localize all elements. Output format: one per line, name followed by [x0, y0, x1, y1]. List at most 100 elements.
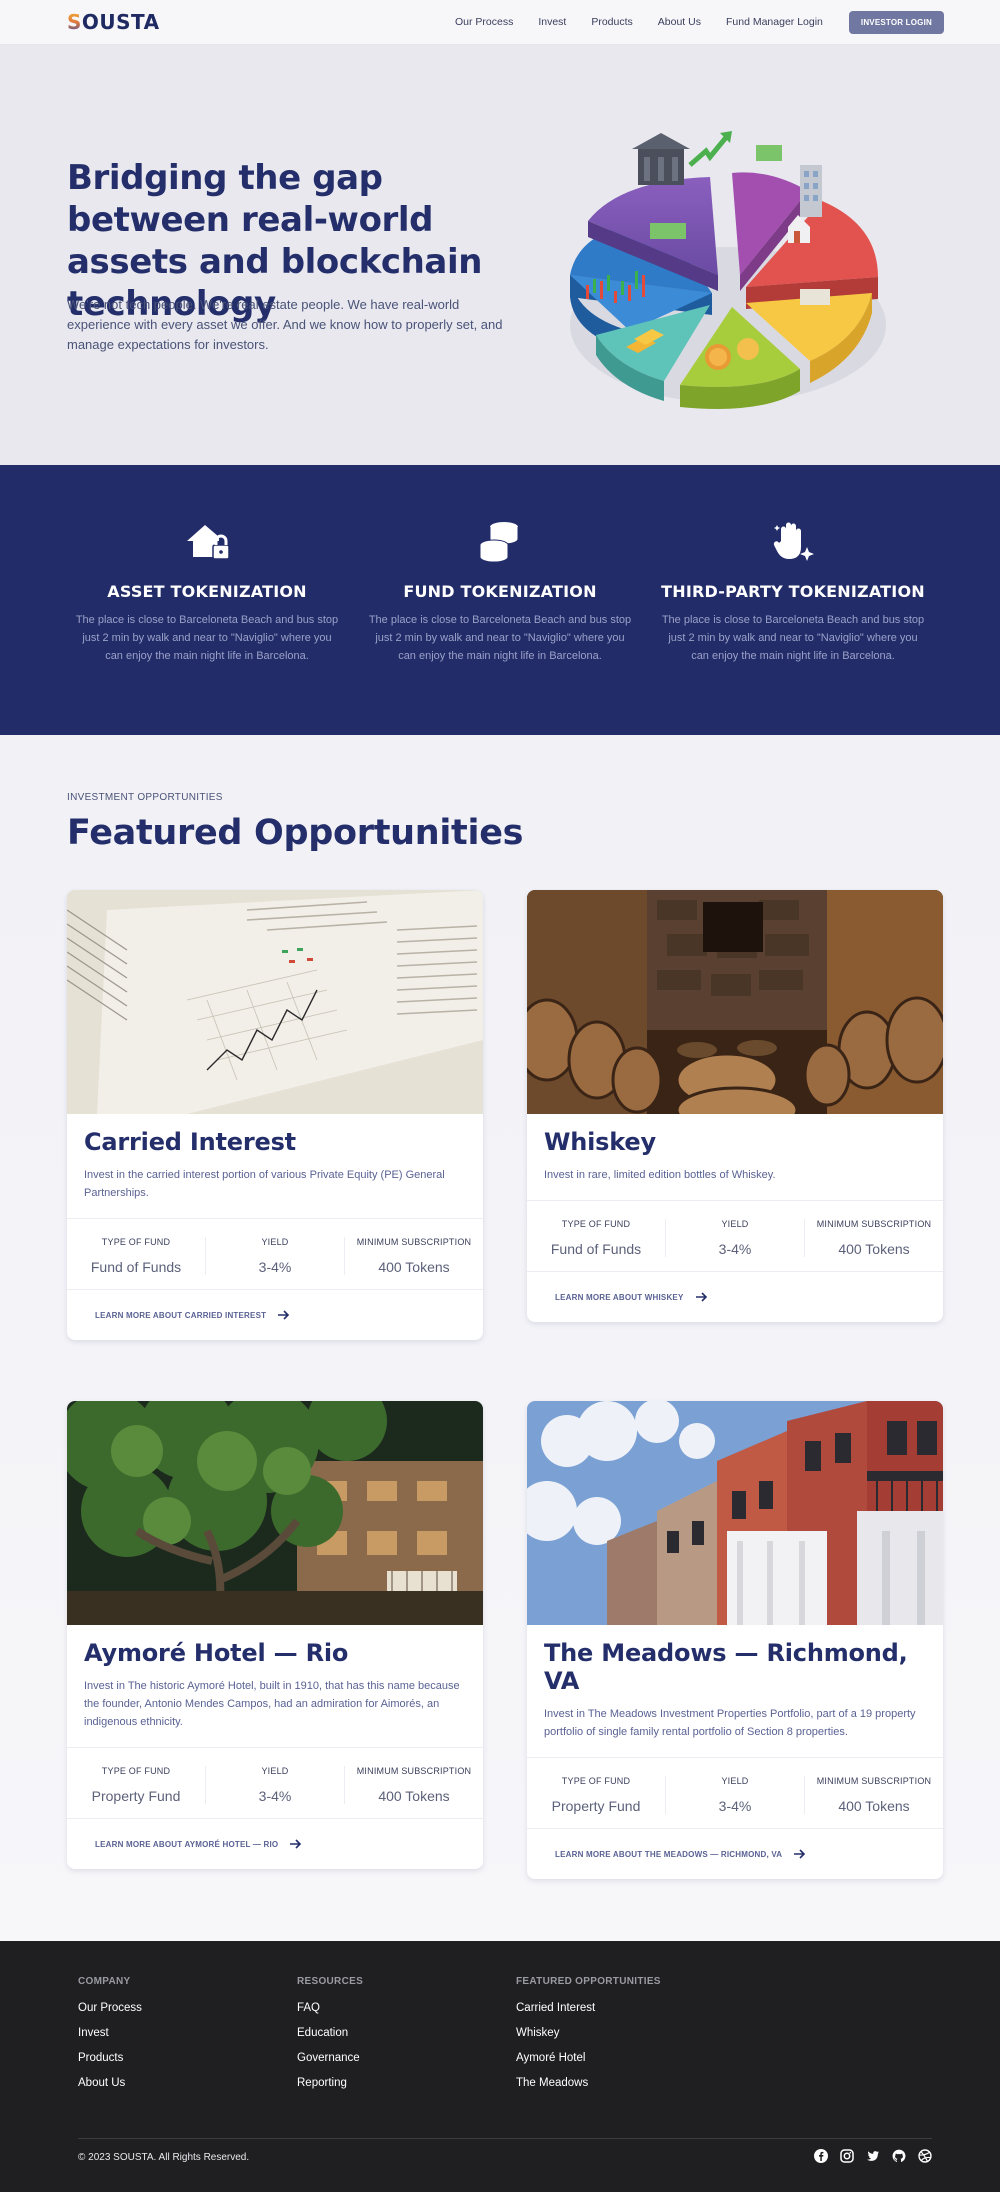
footer-link-the-meadows[interactable]: The Meadows — [516, 2077, 661, 2089]
footer-divider — [78, 2138, 932, 2139]
townhouses-photo — [527, 1401, 943, 1625]
stat-yield: YIELD 3-4% — [205, 1237, 344, 1275]
dribbble-icon[interactable] — [918, 2149, 932, 2163]
card-stats: TYPE OF FUND Fund of Funds YIELD 3-4% MI… — [67, 1218, 483, 1290]
stat-yield: YIELD 3-4% — [665, 1776, 804, 1814]
opportunity-card-aymore-hotel[interactable]: Aymoré Hotel — Rio Invest in The histori… — [67, 1401, 483, 1869]
stat-value: 3-4% — [258, 1259, 292, 1275]
footer-link-education[interactable]: Education — [297, 2027, 363, 2039]
section-eyebrow: INVESTMENT OPPORTUNITIES — [67, 792, 223, 803]
service-title: THIRD-PARTY TOKENIZATION — [661, 582, 925, 601]
social-links — [802, 2149, 932, 2163]
arrow-right-icon — [290, 1839, 302, 1849]
stat-value: 400 Tokens — [838, 1798, 910, 1814]
footer-heading: COMPANY — [78, 1976, 131, 1987]
footer-link-carried-interest[interactable]: Carried Interest — [516, 2002, 661, 2014]
stat-value: Property Fund — [91, 1788, 181, 1804]
footer-link-our-process[interactable]: Our Process — [78, 2002, 142, 2014]
card-stats: TYPE OF FUND Fund of Funds YIELD 3-4% MI… — [527, 1200, 943, 1272]
stat-label: TYPE OF FUND — [561, 1219, 631, 1229]
hero-section: Bridging the gap between real-world asse… — [0, 45, 1000, 465]
stat-fund-type: TYPE OF FUND Fund of Funds — [527, 1219, 665, 1257]
footer-link-invest[interactable]: Invest — [78, 2027, 142, 2039]
stat-fund-type: TYPE OF FUND Property Fund — [527, 1776, 665, 1814]
footer-link-faq[interactable]: FAQ — [297, 2002, 363, 2014]
stat-label: MINIMUM SUBSCRIPTION — [356, 1237, 472, 1247]
footer-link-about-us[interactable]: About Us — [78, 2077, 142, 2089]
footer-resources-column: RESOURCES FAQ Education Governance Repor… — [297, 1976, 363, 2102]
learn-more-label: LEARN MORE ABOUT CARRIED INTEREST — [95, 1310, 267, 1320]
hero-subtitle: We're not tech people. We're real estate… — [67, 297, 503, 352]
twitter-icon[interactable] — [866, 2149, 880, 2163]
card-title: Aymoré Hotel — Rio — [84, 1639, 349, 1667]
hand-sparkle-icon — [773, 522, 814, 561]
github-icon[interactable] — [892, 2149, 906, 2163]
opportunity-card-carried-interest[interactable]: Carried Interest Invest in the carried i… — [67, 890, 483, 1340]
nav-our-process[interactable]: Our Process — [455, 16, 513, 28]
nav-invest[interactable]: Invest — [538, 16, 566, 28]
nav-about-us[interactable]: About Us — [658, 16, 701, 28]
stat-value: 3-4% — [718, 1798, 752, 1814]
tokenized-assets-pie-illustration — [570, 131, 886, 409]
service-third-party-tokenization: THIRD-PARTY TOKENIZATION The place is cl… — [653, 465, 933, 735]
stat-value: 400 Tokens — [838, 1241, 910, 1257]
footer-link-reporting[interactable]: Reporting — [297, 2077, 363, 2089]
footer-heading: FEATURED OPPORTUNITIES — [516, 1976, 661, 1987]
copyright: © 2023 SOUSTA. All Rights Reserved. — [78, 2152, 250, 2163]
footer-link-aymore-hotel[interactable]: Aymoré Hotel — [516, 2052, 661, 2064]
section-title: Featured Opportunities — [67, 813, 524, 853]
stat-value: 3-4% — [718, 1241, 752, 1257]
service-description: The place is close to Barceloneta Beach … — [368, 614, 632, 662]
card-description: Invest in The Meadows Investment Propert… — [544, 1708, 916, 1738]
arrow-right-icon — [695, 1292, 707, 1302]
card-body: Aymoré Hotel — Rio Invest in The histori… — [67, 1625, 483, 1731]
stat-yield: YIELD 3-4% — [665, 1219, 804, 1257]
footer-link-products[interactable]: Products — [78, 2052, 142, 2064]
investor-login-button[interactable]: INVESTOR LOGIN — [848, 10, 944, 34]
footer-featured-column: FEATURED OPPORTUNITIES Carried Interest … — [516, 1976, 661, 2102]
stat-yield: YIELD 3-4% — [205, 1766, 344, 1804]
hotel-trees-photo — [67, 1401, 483, 1625]
featured-opportunities-section: INVESTMENT OPPORTUNITIES Featured Opport… — [0, 735, 1000, 1941]
card-body: Whiskey Invest in rare, limited edition … — [527, 1114, 943, 1184]
stat-min-subscription: MINIMUM SUBSCRIPTION 400 Tokens — [344, 1766, 483, 1804]
sousta-logo[interactable]: S OUSTA — [67, 10, 160, 34]
footer-link-governance[interactable]: Governance — [297, 2052, 363, 2064]
stat-min-subscription: MINIMUM SUBSCRIPTION 400 Tokens — [344, 1237, 483, 1275]
service-title: ASSET TOKENIZATION — [107, 582, 307, 601]
footer-heading: RESOURCES — [297, 1976, 364, 1987]
learn-more-label: LEARN MORE ABOUT THE MEADOWS — RICHMOND,… — [555, 1849, 783, 1859]
logo-wordmark: OUSTA — [81, 10, 160, 34]
stat-value: Property Fund — [551, 1798, 641, 1814]
footer-link-whiskey[interactable]: Whiskey — [516, 2027, 661, 2039]
learn-more-link[interactable]: LEARN MORE ABOUT CARRIED INTEREST — [67, 1290, 483, 1340]
stat-fund-type: TYPE OF FUND Property Fund — [67, 1766, 205, 1804]
nav-links: Our Process Invest Products About Us Fun… — [430, 10, 944, 34]
learn-more-link[interactable]: LEARN MORE ABOUT THE MEADOWS — RICHMOND,… — [527, 1829, 943, 1879]
card-body: The Meadows — Richmond, VA Invest in The… — [527, 1625, 943, 1741]
stat-min-subscription: MINIMUM SUBSCRIPTION 400 Tokens — [804, 1219, 943, 1257]
stat-value: 400 Tokens — [378, 1788, 450, 1804]
card-stats: TYPE OF FUND Property Fund YIELD 3-4% MI… — [67, 1747, 483, 1819]
facebook-icon[interactable] — [814, 2149, 828, 2163]
opportunity-card-whiskey[interactable]: Whiskey Invest in rare, limited edition … — [527, 890, 943, 1322]
instagram-icon[interactable] — [840, 2149, 854, 2163]
nav-fund-manager-login[interactable]: Fund Manager Login — [726, 16, 823, 28]
learn-more-link[interactable]: LEARN MORE ABOUT AYMORÉ HOTEL — RIO — [67, 1819, 483, 1869]
opportunity-card-the-meadows[interactable]: The Meadows — Richmond, VA Invest in The… — [527, 1401, 943, 1879]
stat-label: YIELD — [721, 1219, 749, 1229]
arrow-right-icon — [794, 1849, 806, 1859]
card-title: Carried Interest — [84, 1128, 296, 1156]
stat-label: TYPE OF FUND — [101, 1766, 171, 1776]
stat-label: YIELD — [721, 1776, 749, 1786]
financial-chart-photo — [67, 890, 483, 1114]
house-lock-icon — [187, 525, 230, 560]
stat-label: YIELD — [261, 1766, 289, 1776]
top-nav: S OUSTA Our Process Invest Products About… — [0, 0, 1000, 45]
nav-products[interactable]: Products — [591, 16, 632, 28]
logo-mark: S — [67, 10, 82, 34]
footer-company-column: COMPANY Our Process Invest Products Abou… — [78, 1976, 142, 2102]
stat-label: YIELD — [261, 1237, 289, 1247]
learn-more-link[interactable]: LEARN MORE ABOUT WHISKEY — [527, 1272, 943, 1322]
stat-value: Fund of Funds — [550, 1241, 642, 1257]
